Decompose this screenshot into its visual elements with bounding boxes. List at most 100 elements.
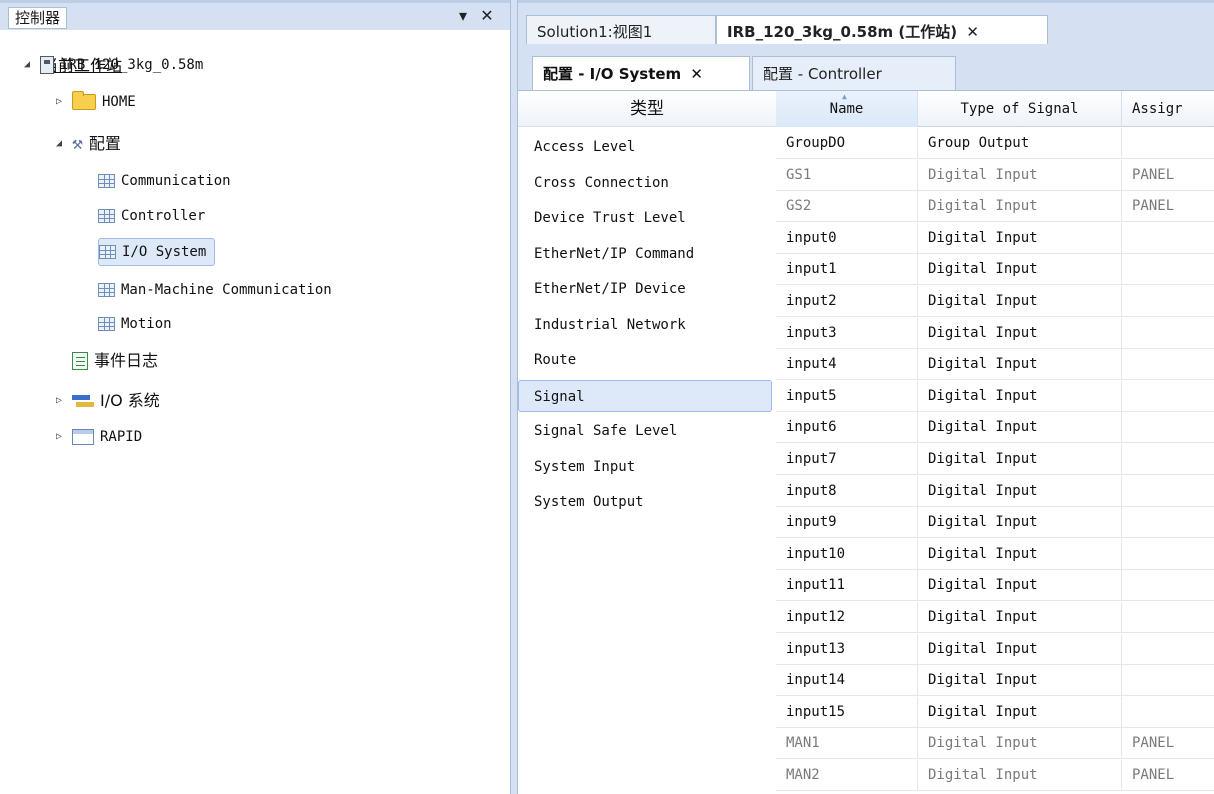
table-row[interactable]: MAN1 Digital Input PANEL [776,728,1214,760]
table-row[interactable]: input2 Digital Input [776,286,1214,317]
type-list-item[interactable]: Cross Connection [518,167,772,199]
collapse-icon[interactable]: ◢ [20,51,34,79]
signal-type-cell[interactable]: Digital Input [918,191,1122,223]
tab-config-io-system[interactable]: 配置 - I/O System ✕ [532,56,750,90]
signal-name-cell[interactable]: input10 [776,538,918,570]
type-list-item[interactable]: Industrial Network [518,309,772,341]
tree-node[interactable]: ▷ HOME [52,88,136,116]
signal-type-cell[interactable]: Digital Input [918,222,1122,254]
signal-type-cell[interactable]: Digital Input [918,633,1122,665]
signal-assigned-cell[interactable] [1122,602,1214,633]
signal-type-cell[interactable]: Group Output [918,128,1122,159]
signal-name-cell[interactable]: input14 [776,665,918,697]
tab-station[interactable]: IRB_120_3kg_0.58m (工作站) ✕ [716,15,1048,47]
expand-icon[interactable]: ▷ [52,423,66,451]
signal-type-cell[interactable]: Digital Input [918,760,1122,791]
tree-node[interactable]: ▷ I/O 系统 [52,387,160,415]
signal-type-cell[interactable]: Digital Input [918,317,1122,349]
column-header-type[interactable]: Type of Signal [918,91,1122,127]
signal-name-cell[interactable]: input2 [776,286,918,317]
panel-close-icon[interactable]: ✕ [478,5,496,27]
signal-assigned-cell[interactable] [1122,665,1214,696]
signal-assigned-cell[interactable] [1122,507,1214,538]
table-row[interactable]: input9 Digital Input [776,507,1214,539]
signal-assigned-cell[interactable] [1122,254,1214,285]
signal-name-cell[interactable]: input7 [776,444,918,475]
signal-assigned-cell[interactable]: PANEL [1122,191,1214,222]
signal-name-cell[interactable]: input3 [776,317,918,349]
signal-assigned-cell[interactable] [1122,634,1214,665]
signal-assigned-cell[interactable] [1122,286,1214,317]
table-row[interactable]: MAN2 Digital Input PANEL [776,760,1214,791]
signal-type-cell[interactable]: Digital Input [918,286,1122,317]
signal-name-cell[interactable]: input4 [776,349,918,381]
signal-name-cell[interactable]: input0 [776,222,918,254]
signal-type-cell[interactable]: Digital Input [918,538,1122,570]
table-row[interactable]: input7 Digital Input [776,444,1214,475]
tab-solution-view[interactable]: Solution1:视图1 [526,15,716,47]
signal-type-cell[interactable]: Digital Input [918,349,1122,381]
table-row[interactable]: input4 Digital Input [776,349,1214,381]
signal-name-cell[interactable]: GroupDO [776,128,918,159]
signal-type-cell[interactable]: Digital Input [918,665,1122,697]
table-row[interactable]: input12 Digital Input [776,602,1214,633]
table-row[interactable]: input15 Digital Input [776,696,1214,728]
table-row[interactable]: input6 Digital Input [776,412,1214,444]
tree-node[interactable]: ▷ RAPID [52,423,142,451]
signal-assigned-cell[interactable] [1122,412,1214,443]
type-list-item[interactable]: Access Level [518,131,772,163]
type-list-item[interactable]: System Output [518,486,772,518]
table-row[interactable]: GS1 Digital Input PANEL [776,159,1214,191]
table-row[interactable]: input11 Digital Input [776,570,1214,602]
signal-name-cell[interactable]: input13 [776,633,918,665]
expand-icon[interactable]: ▷ [52,387,66,415]
signal-type-cell[interactable]: Digital Input [918,254,1122,286]
signal-name-cell[interactable]: input6 [776,412,918,444]
signal-assigned-cell[interactable]: PANEL [1122,160,1214,191]
table-row[interactable]: input14 Digital Input [776,665,1214,697]
signal-name-cell[interactable]: MAN1 [776,728,918,760]
signal-assigned-cell[interactable] [1122,476,1214,507]
signal-name-cell[interactable]: input8 [776,475,918,507]
controller-panel-tab[interactable]: 控制器 [8,7,68,29]
type-list-item[interactable]: EtherNet/IP Command [518,238,772,270]
tree-node[interactable]: Communication [98,167,231,195]
table-row[interactable]: input0 Digital Input [776,222,1214,254]
type-list-header[interactable]: 类型 [518,91,776,127]
type-list-item[interactable]: Route [518,344,772,376]
table-row[interactable]: input3 Digital Input [776,317,1214,349]
table-row[interactable]: GS2 Digital Input PANEL [776,191,1214,223]
signal-name-cell[interactable]: input1 [776,254,918,286]
signal-assigned-cell[interactable] [1122,349,1214,380]
panel-splitter[interactable] [510,0,518,794]
collapse-icon[interactable]: ◢ [52,130,66,158]
signal-assigned-cell[interactable] [1122,223,1214,254]
table-row[interactable]: input13 Digital Input [776,633,1214,665]
type-list-item[interactable]: EtherNet/IP Device [518,273,772,305]
signal-name-cell[interactable]: GS2 [776,191,918,223]
table-row[interactable]: input10 Digital Input [776,538,1214,570]
tree-node[interactable]: 事件日志 [52,347,158,375]
signal-name-cell[interactable]: input12 [776,602,918,633]
tree-node[interactable]: Man-Machine Communication [98,276,332,304]
table-row[interactable]: input1 Digital Input [776,254,1214,286]
signal-assigned-cell[interactable]: PANEL [1122,760,1214,791]
tree-node[interactable]: Controller [98,202,205,230]
tab-close-icon[interactable]: ✕ [966,23,979,41]
signal-name-cell[interactable]: input5 [776,380,918,412]
table-row[interactable]: input5 Digital Input [776,380,1214,412]
expand-icon[interactable]: ▷ [52,88,66,116]
signal-name-cell[interactable]: GS1 [776,159,918,191]
type-list-item[interactable]: Device Trust Level [518,202,772,234]
signal-assigned-cell[interactable]: PANEL [1122,728,1214,759]
signal-name-cell[interactable]: input9 [776,507,918,539]
signal-type-cell[interactable]: Digital Input [918,475,1122,507]
signal-type-cell[interactable]: Digital Input [918,696,1122,728]
signal-type-cell[interactable]: Digital Input [918,602,1122,633]
type-list-item[interactable]: System Input [518,451,772,483]
column-header-assigned[interactable]: Assigr [1122,91,1214,127]
signal-assigned-cell[interactable] [1122,697,1214,728]
signal-type-cell[interactable]: Digital Input [918,507,1122,539]
tree-node[interactable]: I/O System [98,238,216,266]
signal-type-cell[interactable]: Digital Input [918,380,1122,412]
